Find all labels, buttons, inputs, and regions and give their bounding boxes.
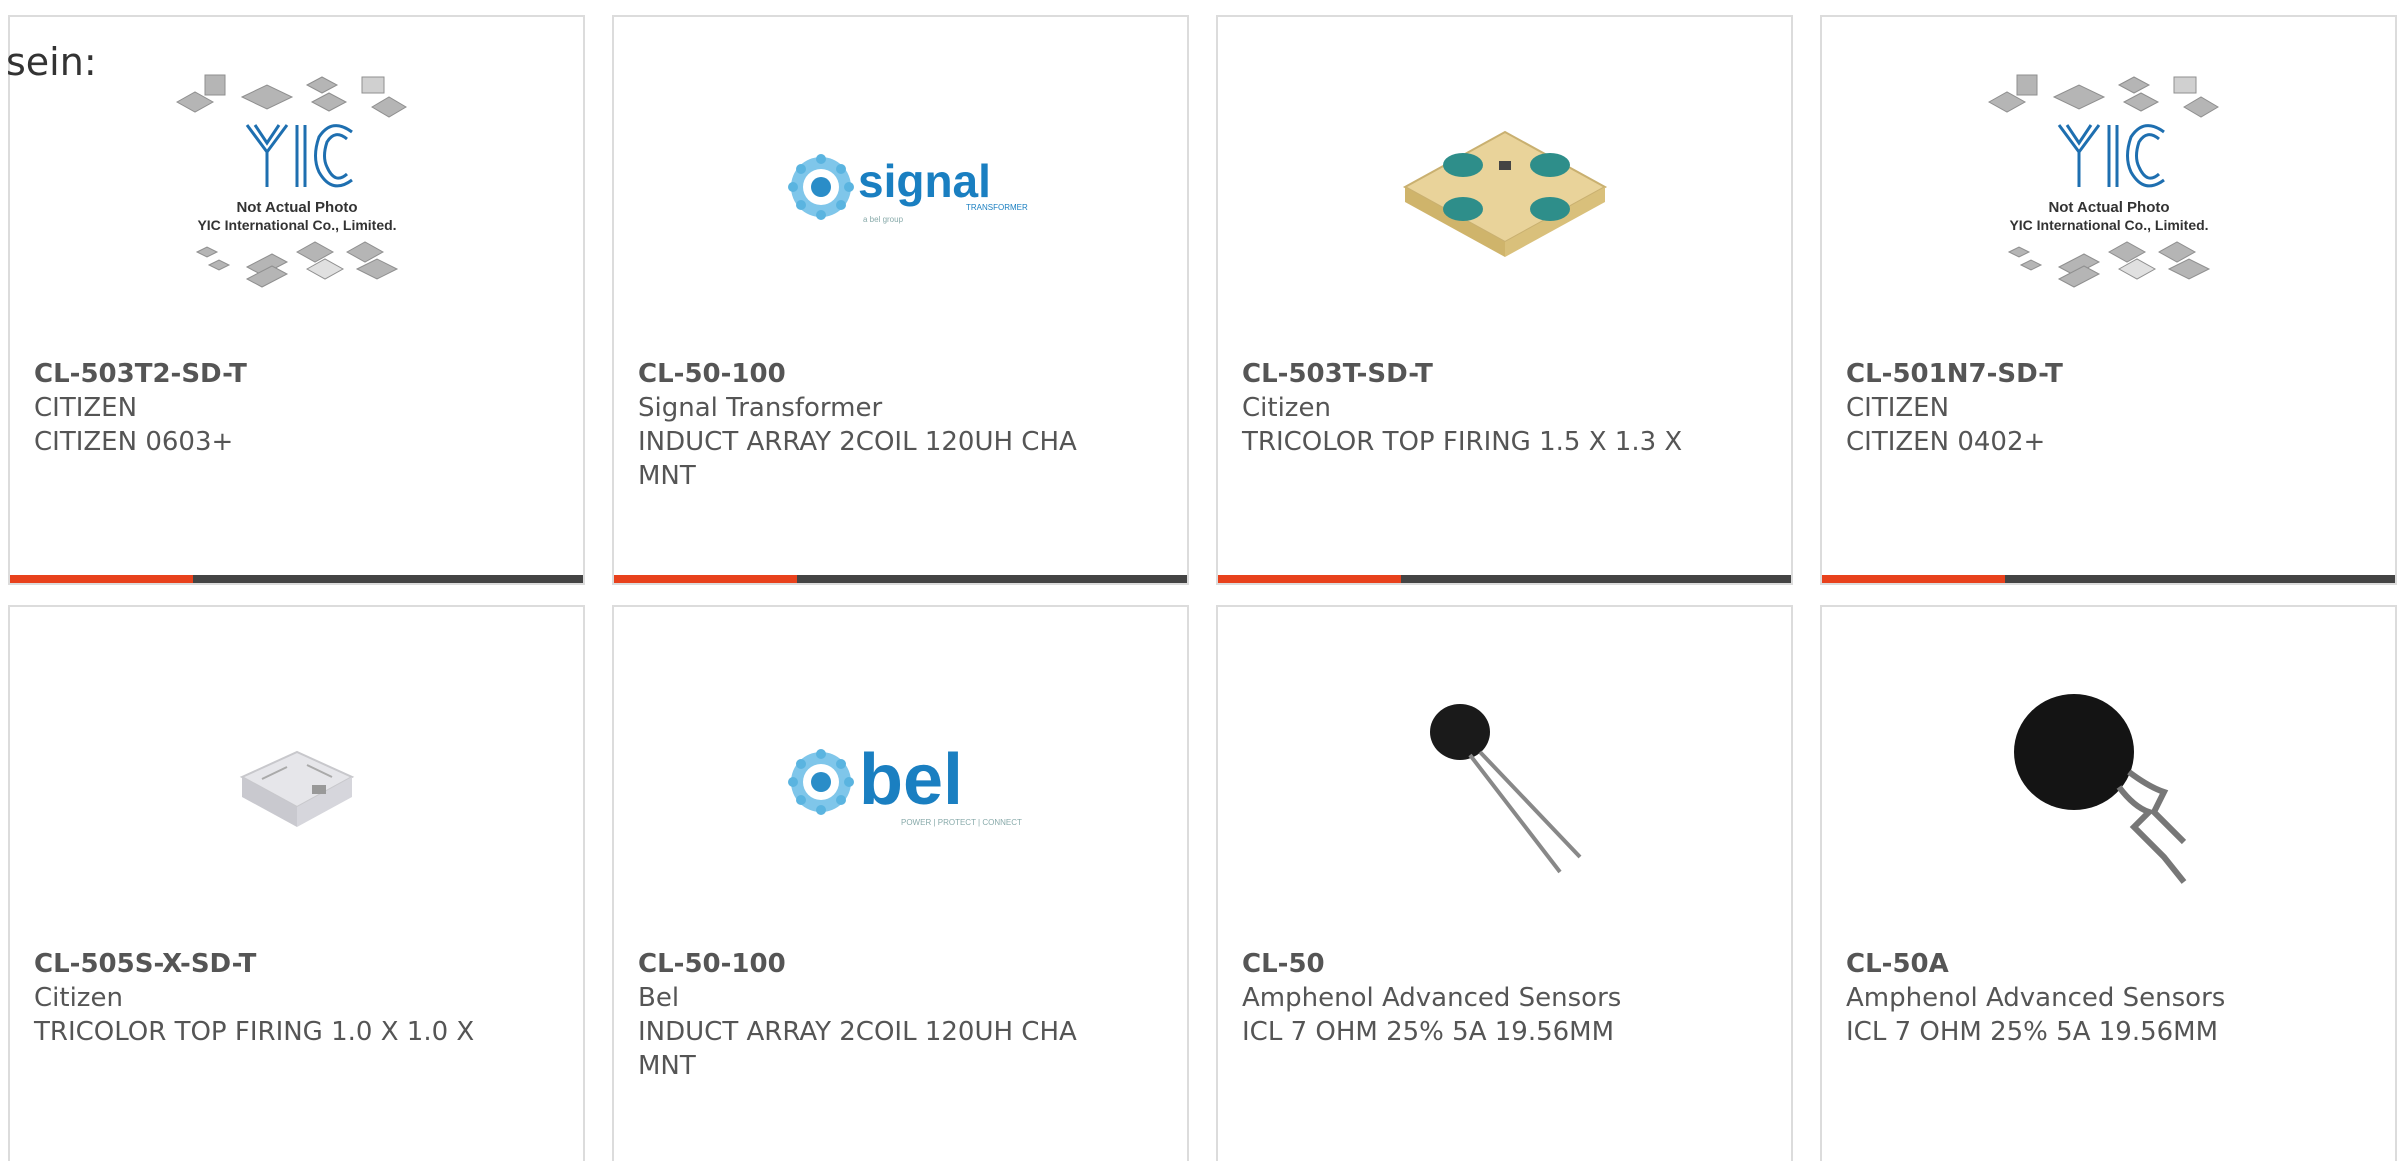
product-card[interactable]: Not Actual Photo YIC International Co., … <box>1820 15 2397 585</box>
card-bottom-bar-accent <box>1218 575 1401 583</box>
product-card[interactable]: Not Actual Photo YIC International Co., … <box>8 15 585 585</box>
card-bottom-bar <box>1822 575 2395 583</box>
placeholder-caption-1: Not Actual Photo <box>236 199 357 216</box>
product-image[interactable] <box>1355 667 1655 907</box>
placeholder-caption-2: YIC International Co., Limited. <box>2009 217 2208 233</box>
product-image[interactable] <box>1355 57 1655 317</box>
yic-placeholder-image: Not Actual Photo YIC International Co., … <box>175 74 407 288</box>
card-bottom-bar-accent <box>614 575 797 583</box>
product-info: CL-50-100 Bel INDUCT ARRAY 2COIL 120UH C… <box>638 947 1087 1083</box>
part-number[interactable]: CL-505S-X-SD-T <box>34 947 483 981</box>
card-bottom-bar <box>614 575 1187 583</box>
logo-text: signal <box>858 155 991 207</box>
heading-fragment: sein: <box>6 40 97 84</box>
product-grid-page: sein: Not Actual Photo YIC International… <box>0 0 2400 1161</box>
product-info: CL-50-100 Signal Transformer INDUCT ARRA… <box>638 357 1087 493</box>
thermistor-photo <box>1429 704 1581 874</box>
part-number[interactable]: CL-50 <box>1242 947 1691 981</box>
yic-placeholder-image: Not Actual Photo YIC International Co., … <box>1987 74 2219 288</box>
manufacturer: Citizen <box>1242 393 1331 423</box>
manufacturer: CITIZEN <box>34 393 138 423</box>
product-card[interactable]: CL-505S-X-SD-T Citizen TRICOLOR TOP FIRI… <box>8 605 585 1161</box>
description: ICL 7 OHM 25% 5A 19.56MM <box>1242 1017 1615 1047</box>
product-image[interactable]: Not Actual Photo YIC International Co., … <box>1959 57 2259 317</box>
manufacturer: Signal Transformer <box>638 393 883 423</box>
part-number[interactable]: CL-503T-SD-T <box>1242 357 1691 391</box>
product-info: CL-50A Amphenol Advanced Sensors ICL 7 O… <box>1846 947 2295 1049</box>
placeholder-caption-1: Not Actual Photo <box>2048 199 2169 216</box>
product-image[interactable] <box>147 667 447 907</box>
part-number[interactable]: CL-50A <box>1846 947 2295 981</box>
product-image[interactable]: signal TRANSFORMER a bel group <box>751 57 1051 317</box>
product-image[interactable]: bel POWER | PROTECT | CONNECT <box>751 667 1051 907</box>
description: CITIZEN 0603+ <box>34 427 234 457</box>
card-bottom-bar-accent <box>10 575 193 583</box>
part-number[interactable]: CL-503T2-SD-T <box>34 357 483 391</box>
manufacturer: Amphenol Advanced Sensors <box>1242 983 1622 1013</box>
manufacturer: Bel <box>638 983 680 1013</box>
product-card[interactable]: CL-50 Amphenol Advanced Sensors ICL 7 OH… <box>1216 605 1793 1161</box>
part-number[interactable]: CL-501N7-SD-T <box>1846 357 2295 391</box>
description: TRICOLOR TOP FIRING 1.5 X 1.3 X <box>1242 427 1683 457</box>
product-info: CL-505S-X-SD-T Citizen TRICOLOR TOP FIRI… <box>34 947 483 1049</box>
product-card[interactable]: CL-503T-SD-T Citizen TRICOLOR TOP FIRING… <box>1216 15 1793 585</box>
product-card[interactable]: bel POWER | PROTECT | CONNECT CL-50-100 … <box>612 605 1189 1161</box>
logo-sub: TRANSFORMER <box>966 203 1028 212</box>
description: CITIZEN 0402+ <box>1846 427 2046 457</box>
logo-tag: a bel group <box>863 215 904 224</box>
logo-tag: POWER | PROTECT | CONNECT <box>901 818 1022 827</box>
product-image[interactable]: Not Actual Photo YIC International Co., … <box>147 57 447 317</box>
description: INDUCT ARRAY 2COIL 120UH CHA MNT <box>638 427 1077 491</box>
bel-logo: bel POWER | PROTECT | CONNECT <box>787 740 1022 827</box>
card-bottom-bar <box>10 575 583 583</box>
product-image[interactable] <box>1959 667 2259 907</box>
signal-transformer-logo: signal TRANSFORMER a bel group <box>787 154 1028 224</box>
placeholder-caption-2: YIC International Co., Limited. <box>197 217 396 233</box>
card-bottom-bar <box>1218 575 1791 583</box>
product-card[interactable]: signal TRANSFORMER a bel group CL-50-100… <box>612 15 1189 585</box>
manufacturer: CITIZEN <box>1846 393 1950 423</box>
thermistor-large-photo <box>2013 694 2186 884</box>
card-bottom-bar-accent <box>1822 575 2005 583</box>
manufacturer: Citizen <box>34 983 123 1013</box>
description: TRICOLOR TOP FIRING 1.0 X 1.0 X <box>34 1017 475 1047</box>
product-info: CL-501N7-SD-T CITIZEN CITIZEN 0402+ <box>1846 357 2295 459</box>
description: ICL 7 OHM 25% 5A 19.56MM <box>1846 1017 2219 1047</box>
part-number[interactable]: CL-50-100 <box>638 947 1087 981</box>
logo-text: bel <box>859 740 963 820</box>
tricolor-led-photo <box>1402 130 1607 257</box>
manufacturer: Amphenol Advanced Sensors <box>1846 983 2226 1013</box>
white-led-photo <box>239 750 354 827</box>
part-number[interactable]: CL-50-100 <box>638 357 1087 391</box>
description: INDUCT ARRAY 2COIL 120UH CHA MNT <box>638 1017 1077 1081</box>
product-info: CL-503T-SD-T Citizen TRICOLOR TOP FIRING… <box>1242 357 1691 459</box>
product-info: CL-503T2-SD-T CITIZEN CITIZEN 0603+ <box>34 357 483 459</box>
product-info: CL-50 Amphenol Advanced Sensors ICL 7 OH… <box>1242 947 1691 1049</box>
product-card[interactable]: CL-50A Amphenol Advanced Sensors ICL 7 O… <box>1820 605 2397 1161</box>
